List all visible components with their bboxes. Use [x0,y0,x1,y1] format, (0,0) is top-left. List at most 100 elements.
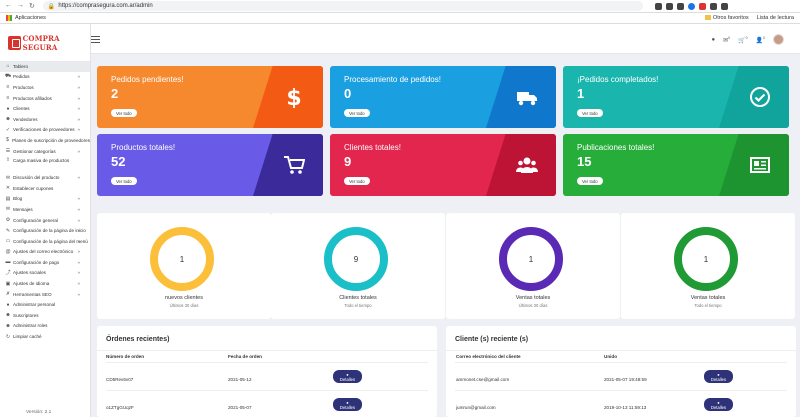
logo[interactable]: COMPRA SEGURA [0,24,90,61]
user-icon[interactable]: 👤0 [756,36,765,44]
view-all-button[interactable]: Ver todo [577,177,603,185]
sidebar-item[interactable]: ⇧ Carga masiva de productos [0,156,90,172]
cart-icon[interactable]: 🛒0 [738,36,747,44]
sidebar-item[interactable]: ↻ Limpiar caché [0,331,90,342]
extension-icon[interactable] [654,2,662,10]
sidebar-item-label: Suscriptores [13,312,39,318]
stat-circle-card: 1 Ventas totales Todo el tiempo [621,213,795,319]
avatar[interactable] [773,34,784,45]
chevron-right-icon: » [77,84,80,90]
sidebar-item[interactable]: ☰ Gestionar categorías » [0,146,90,157]
reading-list[interactable]: Lista de lectura [757,15,794,21]
sidebar-item[interactable]: ⌂ Tablero [0,61,90,72]
apps-label: Aplicaciones [15,15,46,21]
apps-bookmark[interactable]: Aplicaciones [0,15,46,21]
recent-clients-title: Cliente (s) reciente (s) [455,336,529,343]
browser-nav: ← → ↻ [0,2,35,10]
sidebar-item[interactable]: ● Administrar personal [0,299,90,310]
sidebar-item[interactable]: ● Clientes » [0,103,90,114]
view-all-button[interactable]: Ver todo [111,177,137,185]
extension-icon[interactable] [676,2,684,10]
extension-icon[interactable] [665,2,673,10]
sidebar-item[interactable]: $ Planes de suscripción de proveedores [0,135,90,146]
chevron-right-icon: » [77,228,80,234]
extension-icon[interactable] [698,2,706,10]
chevron-right-icon: » [77,270,80,276]
back-icon[interactable]: ← [5,2,12,10]
stat-label: Ventas totales [515,295,551,301]
gear-icon: ⚙ [5,217,11,224]
sidebar-item[interactable]: ☻ Suscriptores [0,310,90,321]
sidebar-item[interactable]: ✕ Establecer cupones [0,183,90,194]
sidebar-item[interactable]: ✉ Mensajes » [0,204,90,215]
card-title: Productos totales! [111,143,176,152]
sidebar-item[interactable]: ▭ Configuración de la página del menú» [0,236,90,247]
percent-icon: ✕ [5,185,11,192]
sidebar-item[interactable]: ✗ Herramientas SEO » [0,289,90,300]
view-all-button[interactable]: Ver todo [344,177,370,185]
other-favorites-label: Otros favoritos [712,15,749,21]
sidebar-item-label: Blog [13,196,23,202]
stat-card: ¡Pedidos completados! 1 Ver todo [563,66,789,128]
card-title: ¡Pedidos completados! [577,75,659,84]
logo-text: COMPRA SEGURA [22,33,60,52]
sidebar-item-label: Configuración de pago [13,259,60,265]
sidebar-item[interactable]: ▤ Blog » [0,194,90,205]
menu-toggle-icon[interactable] [91,36,100,43]
address-bar[interactable]: 🔒 https://comprasegura.com.ar/admin [42,1,643,11]
stat-value: 1 [528,254,534,264]
sidebar-item[interactable]: ⚙ Configuración general » [0,215,90,226]
cart-icon [283,154,306,176]
chevron-right-icon: » [77,175,80,181]
card-icon: ▬ [5,259,11,266]
sidebar-item[interactable]: ▬ Configuración de pago » [0,257,90,268]
edit-icon: ✎ [5,227,11,234]
sidebar-item[interactable]: ☻ Vendedores » [0,114,90,125]
sidebar-item-label: Herramientas SEO [13,291,52,297]
reload-icon[interactable]: ↻ [29,2,35,10]
extension-icon[interactable] [687,2,695,10]
sidebar-menu: ⌂ Tablero ⛟ Pedidos» ≡ Productos» ≡ Productos a… [0,61,90,342]
globe-icon[interactable]: ● [712,37,716,43]
bookmarks-bar: Aplicaciones Otros favoritos Lista de le… [0,13,800,24]
stat-card: Publicaciones totales! 15 Ver todo [563,134,789,196]
at-icon: @ [5,248,11,255]
sidebar-item-label: Ajustes del correo electrónico [13,249,74,255]
client-joined-header: Unido [604,354,618,359]
group-icon: ☻ [5,312,11,319]
shopping-bag-icon [8,35,21,50]
sidebar-item[interactable]: ☻ Administrar roles [0,321,90,332]
sidebar-item[interactable]: ≡ Productos » [0,82,90,93]
view-all-button[interactable]: Ver todo [577,109,603,117]
apps-grid-icon [6,15,12,21]
view-all-button[interactable]: Ver todo [344,109,370,117]
order-date: 2021-05-12 [228,377,252,382]
extension-icon[interactable] [709,2,717,10]
envelope-icon[interactable]: ✉0 [723,36,730,44]
sidebar-item[interactable]: ✉ Discusión del producto » [0,172,90,183]
check-circle-icon [749,86,771,108]
puzzle-icon[interactable] [720,2,728,10]
view-all-button[interactable]: Ver todo [111,109,137,117]
sidebar-item-label: Discusión del producto [13,175,60,181]
sidebar-item[interactable]: ⤴ Ajustes sociales » [0,268,90,279]
client-details-button[interactable]: ● Detalles [704,370,733,383]
sidebar-item[interactable]: ✎ Configuración de la página de inicio» [0,225,90,236]
stat-sublabel: Todo el tiempo [694,303,722,308]
client-details-button[interactable]: ● Detalles [704,398,733,411]
sidebar-item[interactable]: ✓ Verificaciones de proveedores» [0,125,90,136]
other-favorites[interactable]: Otros favoritos [704,15,749,21]
sidebar-item[interactable]: ▣ Ajustes de idioma » [0,278,90,289]
sidebar-item[interactable]: ≡ Productos afiliados » [0,93,90,104]
header-actions: ● ✉0 🛒0 👤0 [712,34,784,45]
language-icon: ▣ [5,280,11,287]
forward-icon[interactable]: → [17,2,24,10]
order-details-button[interactable]: ● Detalles [333,370,362,383]
sidebar-item[interactable]: ⛟ Pedidos » [0,72,90,83]
sidebar-item[interactable]: @ Ajustes del correo electrónico» [0,247,90,258]
sidebar-item-label: Configuración de la página de inicio [13,228,86,234]
order-details-button[interactable]: ● Detalles [333,398,362,411]
upload-icon: ⇧ [5,157,11,164]
divider [455,362,787,363]
divider [455,390,787,391]
